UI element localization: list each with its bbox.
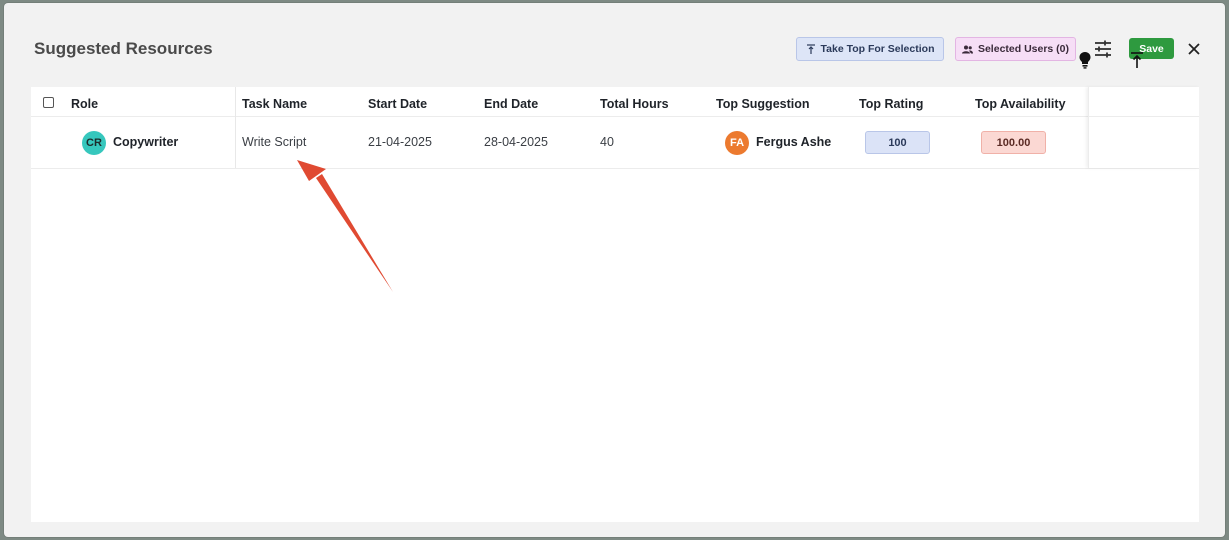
bulb-icon[interactable] <box>1078 51 1092 69</box>
table-header: Role Task Name Start Date End Date Total… <box>31 87 1199 168</box>
tune-icon[interactable] <box>1093 39 1113 59</box>
top-rating-badge: 100 <box>865 131 930 154</box>
take-top-icon <box>806 43 815 54</box>
header-end-date[interactable]: End Date <box>484 87 538 116</box>
select-all-checkbox[interactable] <box>43 97 54 108</box>
suggested-resources-modal: Suggested Resources Take Top For Selecti… <box>4 3 1225 537</box>
suggestion-avatar: FA <box>725 131 749 155</box>
selected-users-label: Selected Users (0) <box>977 43 1070 55</box>
take-top-label: Take Top For Selection <box>820 43 935 55</box>
header-top-suggestion[interactable]: Top Suggestion <box>716 87 810 116</box>
top-availability-badge: 100.00 <box>981 131 1046 154</box>
top-suggestion-cell[interactable]: Fergus Ashe <box>756 117 831 168</box>
selected-users-button[interactable]: Selected Users (0) <box>955 37 1076 61</box>
header-task-name[interactable]: Task Name <box>242 87 307 116</box>
row-actions-column <box>1088 87 1200 168</box>
table-row[interactable]: CR Copywriter Write Script 21-04-2025 28… <box>31 117 1199 169</box>
header-top-rating[interactable]: Top Rating <box>859 87 923 116</box>
start-date-cell: 21-04-2025 <box>368 135 432 149</box>
users-icon <box>961 45 973 53</box>
total-hours-cell: 40 <box>600 135 614 149</box>
align-top-icon[interactable] <box>1130 51 1144 69</box>
role-avatar: CR <box>82 131 106 155</box>
close-icon[interactable] <box>1186 41 1202 57</box>
header-top-availability[interactable]: Top Availability <box>975 87 1066 116</box>
role-cell: Copywriter <box>113 135 179 149</box>
end-date-cell: 28-04-2025 <box>484 135 548 149</box>
header-total-hours[interactable]: Total Hours <box>600 87 669 116</box>
modal-title: Suggested Resources <box>34 39 213 58</box>
take-top-for-selection-button[interactable]: Take Top For Selection <box>796 37 944 61</box>
header-start-date[interactable]: Start Date <box>368 87 427 116</box>
resources-table: Role Task Name Start Date End Date Total… <box>31 87 1199 522</box>
task-name-cell: Write Script <box>242 135 307 149</box>
header-role[interactable]: Role <box>71 87 98 116</box>
